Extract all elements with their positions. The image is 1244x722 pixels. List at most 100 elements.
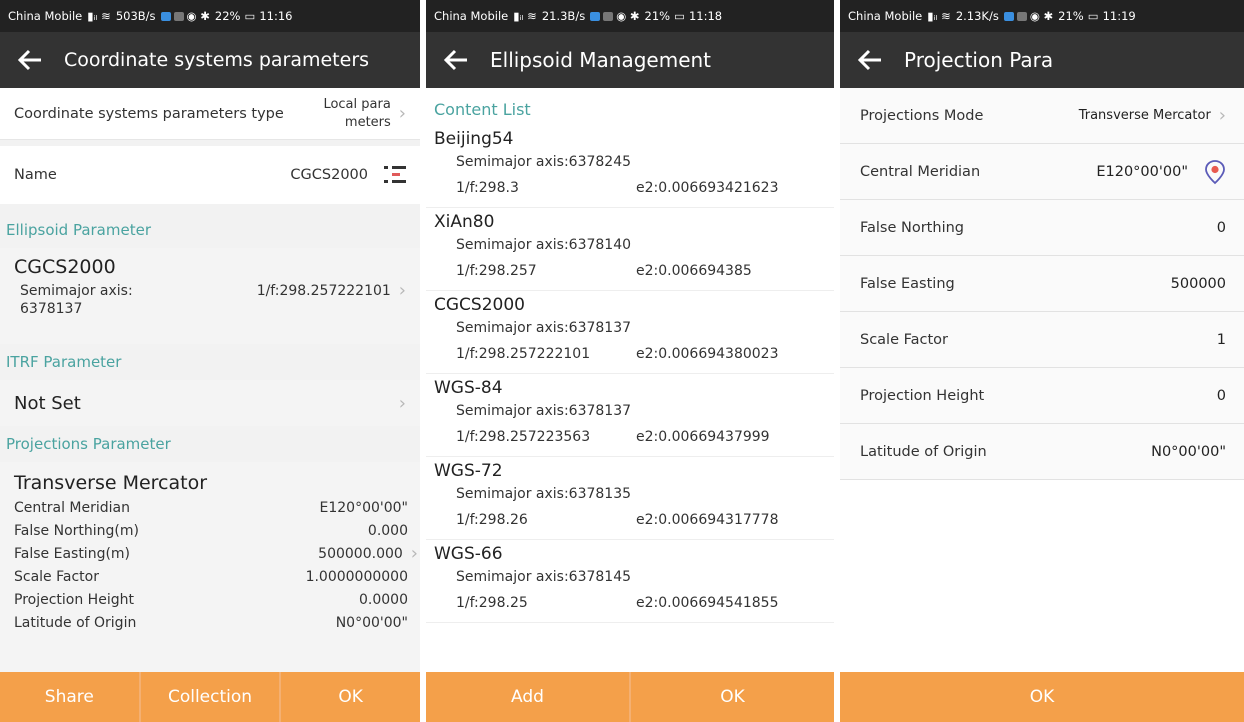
title-bar: Coordinate systems parameters <box>0 32 420 88</box>
ellipsoid-item-params: 1/f:298.26 e2:0.006694317778 <box>434 507 826 533</box>
page-title: Projection Para <box>904 48 1054 72</box>
network-speed: 2.13K/s <box>955 9 999 23</box>
chevron-right-icon: › <box>398 280 406 301</box>
bottom-action-bar: Add OK <box>426 672 834 722</box>
page-title: Ellipsoid Management <box>490 48 712 72</box>
central-meridian-value: E120°00'00" <box>1096 163 1188 180</box>
signal-icon: ▮ᵢₗ ≋ <box>927 9 951 23</box>
battery-level: 21% <box>1058 9 1084 23</box>
ellipsoid-item-name: WGS-84 <box>434 378 503 398</box>
ellipsoid-list-item[interactable]: Beijing54 Semimajor axis:6378245 1/f:298.3… <box>426 125 834 208</box>
itrf-section-header: ITRF Parameter <box>0 344 420 380</box>
projection-param-label: False Northing(m) <box>14 522 139 539</box>
projection-height-row[interactable]: Projection Height 0 <box>840 368 1244 424</box>
projection-param-row: False Northing(m) 0.000 <box>14 519 408 542</box>
ok-button[interactable]: OK <box>631 672 834 722</box>
projection-param-row: Projection Height 0.0000 <box>14 588 408 611</box>
projection-rows: Central Meridian E120°00'00" False Northin… <box>14 496 418 634</box>
latitude-of-origin-value[interactable]: N0°00'00" <box>1151 444 1226 460</box>
ellipsoid-list-item[interactable]: WGS-84 Semimajor axis:6378137 1/f:298.2572… <box>426 374 834 457</box>
projection-para-screen: China Mobile ▮ᵢₗ ≋ 2.13K/s ◉ ✱ 21% ▭ 11:… <box>840 0 1244 722</box>
false-northing-value[interactable]: 0 <box>1217 220 1226 236</box>
content-list-header: Content List <box>434 100 531 119</box>
ellipsoid-list-item[interactable]: WGS-72 Semimajor axis:6378135 1/f:298.26 e2… <box>426 457 834 540</box>
flattening-value: 1/f:298.257222101 <box>256 283 391 299</box>
ellipsoid-item-flattening: 1/f:298.257223563 <box>456 429 591 445</box>
ellipsoid-item-flattening: 1/f:298.26 <box>456 512 528 528</box>
notification-icons: ◉ ✱ <box>1003 9 1053 23</box>
ellipsoid-item-params: 1/f:298.257223563 e2:0.00669437999 <box>434 424 826 450</box>
title-bar: Ellipsoid Management <box>426 32 834 88</box>
status-bar: China Mobile ▮ᵢₗ ≋ 21.3B/s ◉ ✱ 21% ▭ 11:… <box>426 0 834 32</box>
projection-height-value[interactable]: 0 <box>1217 388 1226 404</box>
ellipsoid-list: Beijing54 Semimajor axis:6378245 1/f:298.3… <box>426 125 834 623</box>
ellipsoid-item-semimajor: Semimajor axis:6378135 <box>456 486 632 502</box>
scale-factor-row[interactable]: Scale Factor 1 <box>840 312 1244 368</box>
ellipsoid-item-e2: e2:0.006694385 <box>636 263 752 279</box>
ellipsoid-item-e2: e2:0.006694380023 <box>636 346 779 362</box>
coordinate-systems-screen: China Mobile ▮ᵢₗ ≋ 503B/s ◉ ✱ 22% ▭ 11:1… <box>0 0 420 722</box>
projection-param-value: 1.0000000000 <box>305 568 408 585</box>
bottom-action-bar: Share Collection OK <box>0 672 420 722</box>
scale-factor-label: Scale Factor <box>860 331 949 348</box>
ellipsoid-item-params: 1/f:298.257 e2:0.006694385 <box>434 258 826 284</box>
share-button[interactable]: Share <box>0 672 139 722</box>
ellipsoid-item-semimajor: Semimajor axis:6378140 <box>456 237 632 253</box>
back-arrow-icon[interactable] <box>850 40 890 80</box>
projection-section-header: Projections Parameter <box>0 426 420 462</box>
projection-param-label: Central Meridian <box>14 499 130 516</box>
ellipsoid-list-item[interactable]: XiAn80 Semimajor axis:6378140 1/f:298.257 e… <box>426 208 834 291</box>
projection-param-value: N0°00'00" <box>335 614 408 631</box>
ok-button[interactable]: OK <box>281 672 420 722</box>
notification-icons: ◉ ✱ <box>590 9 640 23</box>
ellipsoid-card[interactable]: CGCS2000 Semimajor axis: 6378137 1/f:298… <box>0 248 420 344</box>
itrf-row[interactable]: Not Set › <box>0 380 420 426</box>
projection-param-row: False Easting(m) 500000.000 › <box>14 542 418 565</box>
ellipsoid-item-e2: e2:0.00669437999 <box>636 429 770 445</box>
semimajor-value: 6378137 <box>20 301 83 317</box>
chevron-right-icon: › <box>398 392 406 414</box>
ellipsoid-list-item[interactable]: WGS-66 Semimajor axis:6378145 1/f:298.25 e2… <box>426 540 834 623</box>
false-northing-row[interactable]: False Northing 0 <box>840 200 1244 256</box>
ellipsoid-item-name: WGS-72 <box>434 461 503 481</box>
projection-params-content: Projections Mode Transverse Mercator › C… <box>840 88 1244 672</box>
ellipsoid-item-semimajor: Semimajor axis:6378137 <box>456 320 632 336</box>
name-label: Name <box>14 167 57 183</box>
scale-factor-value[interactable]: 1 <box>1217 332 1226 348</box>
false-easting-value[interactable]: 500000 <box>1171 276 1226 292</box>
coordinate-type-row[interactable]: Coordinate systems parameters type Local… <box>0 88 420 140</box>
carrier: China Mobile <box>8 9 83 23</box>
projections-mode-row[interactable]: Projections Mode Transverse Mercator › <box>840 88 1244 144</box>
chevron-right-icon: › <box>410 543 418 564</box>
back-arrow-icon[interactable] <box>10 40 50 80</box>
name-row[interactable]: Name CGCS2000 <box>0 146 420 204</box>
carrier: China Mobile <box>434 9 509 23</box>
ellipsoid-item-params: 1/f:298.25 e2:0.006694541855 <box>434 590 826 616</box>
chevron-right-icon: › <box>398 103 406 124</box>
title-bar: Projection Para <box>840 32 1244 88</box>
list-icon[interactable] <box>384 165 406 185</box>
chevron-right-icon: › <box>1218 105 1226 126</box>
projection-param-value: 0.000 <box>367 522 408 539</box>
clock: 11:16 <box>259 9 293 23</box>
collection-button[interactable]: Collection <box>140 672 280 722</box>
projection-param-row: Central Meridian E120°00'00" <box>14 496 408 519</box>
projection-height-label: Projection Height <box>860 387 985 404</box>
ellipsoid-list-item[interactable]: CGCS2000 Semimajor axis:6378137 1/f:298.25… <box>426 291 834 374</box>
ellipsoid-item-semimajor: Semimajor axis:6378137 <box>456 403 632 419</box>
status-bar: China Mobile ▮ᵢₗ ≋ 2.13K/s ◉ ✱ 21% ▭ 11:… <box>840 0 1244 32</box>
back-arrow-icon[interactable] <box>436 40 476 80</box>
latitude-of-origin-label: Latitude of Origin <box>860 443 987 460</box>
false-easting-row[interactable]: False Easting 500000 <box>840 256 1244 312</box>
location-pin-icon[interactable] <box>1204 159 1226 185</box>
add-button[interactable]: Add <box>426 672 629 722</box>
latitude-of-origin-row[interactable]: Latitude of Origin N0°00'00" <box>840 424 1244 480</box>
parameters-content: Coordinate systems parameters type Local… <box>0 88 420 672</box>
ellipsoid-item-flattening: 1/f:298.3 <box>456 180 519 196</box>
central-meridian-row[interactable]: Central Meridian E120°00'00" <box>840 144 1244 200</box>
projection-card[interactable]: Transverse Mercator Central Meridian E120… <box>0 462 420 672</box>
projection-name: Transverse Mercator <box>14 472 208 494</box>
projection-param-label: Scale Factor <box>14 568 99 585</box>
ok-button[interactable]: OK <box>840 672 1244 722</box>
ellipsoid-list-content: Content List Beijing54 Semimajor axis:637… <box>426 88 834 672</box>
